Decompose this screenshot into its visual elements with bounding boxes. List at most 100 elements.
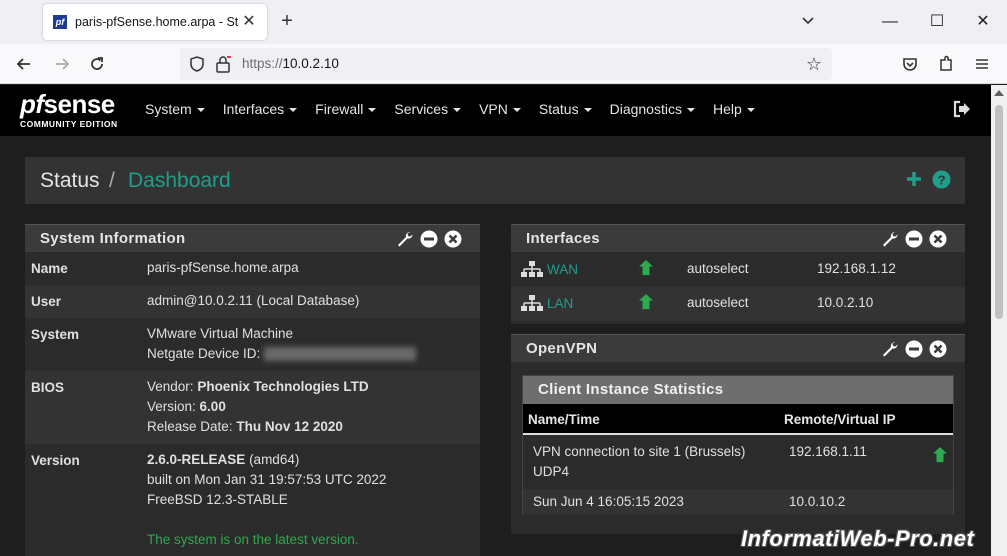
connection-time: Sun Jun 4 16:05:15 2023 [533, 494, 684, 509]
main-menu: System Interfaces Firewall Services VPN … [145, 101, 773, 117]
help-icon[interactable]: ? [932, 170, 951, 189]
client-instance-statistics: Client Instance Statistics Name/Time Rem… [522, 375, 954, 515]
info-row-user: User admin@10.0.2.11 (Local Database) [25, 285, 480, 318]
svg-text:?: ? [937, 172, 945, 187]
interface-link-wan[interactable]: WAN [547, 262, 578, 277]
device-id-label: Netgate Device ID: [147, 346, 261, 361]
wrench-icon[interactable] [396, 230, 414, 248]
forward-icon[interactable] [52, 54, 72, 74]
interface-link-lan[interactable]: LAN [547, 296, 573, 311]
browser-tab[interactable]: pf paris-pfSense.home.arpa - Statu ✕ [43, 4, 267, 40]
version-arch: (amd64) [249, 452, 300, 467]
menu-services[interactable]: Services [394, 101, 462, 117]
bookmark-star-icon[interactable]: ☆ [806, 54, 822, 75]
new-tab-icon[interactable]: + [276, 10, 298, 32]
wrench-icon[interactable] [881, 230, 899, 248]
breadcrumb-section[interactable]: Status [40, 169, 100, 193]
reload-icon[interactable] [87, 54, 107, 74]
table-row: VPN connection to site 1 (Brussels) UDP4… [523, 437, 953, 489]
info-row-bios: BIOS Vendor: Phoenix Technologies LTD Ve… [25, 371, 480, 444]
menu-diagnostics[interactable]: Diagnostics [610, 101, 695, 117]
subpanel-header: Client Instance Statistics [523, 376, 953, 404]
value-name: paris-pfSense.home.arpa [147, 260, 299, 275]
column-name-time: Name/Time [528, 412, 600, 427]
add-widget-icon[interactable] [905, 170, 923, 188]
menu-status[interactable]: Status [539, 101, 592, 117]
interface-media: autoselect [687, 295, 749, 310]
connection-name: VPN connection to site 1 (Brussels) [533, 444, 746, 459]
connection-protocol: UDP4 [533, 464, 570, 479]
interface-media: autoselect [687, 261, 749, 276]
hamburger-menu-icon[interactable] [972, 54, 992, 74]
logo-pf: pf [20, 89, 44, 119]
connection-name-cell: VPN connection to site 1 (Brussels) UDP4 [533, 442, 745, 482]
column-remote-virtual-ip: Remote/Virtual IP [784, 412, 896, 427]
pocket-icon[interactable] [900, 54, 920, 74]
scroll-up-arrow-icon[interactable] [994, 88, 1004, 96]
bios-version-label: Version: [147, 399, 196, 414]
address-bar[interactable]: https://10.0.2.10 ☆ [180, 48, 832, 80]
minimize-widget-icon[interactable] [420, 230, 438, 248]
menu-help[interactable]: Help [713, 101, 755, 117]
pfsense-app: pfsense COMMUNITY EDITION System Interfa… [0, 85, 991, 556]
value-system: VMware Virtual Machine Netgate Device ID… [147, 324, 417, 364]
info-row-name: Name paris-pfSense.home.arpa [25, 252, 480, 285]
close-widget-icon[interactable] [929, 230, 947, 248]
panel-header: Interfaces [511, 224, 965, 252]
pfsense-favicon-icon: pf [53, 15, 67, 29]
logout-icon[interactable] [952, 99, 972, 119]
status-up-arrow-icon [639, 259, 653, 276]
close-widget-icon[interactable] [929, 340, 947, 358]
interface-row-wan: WAN autoselect 192.168.1.12 [511, 253, 965, 287]
window-close-icon[interactable]: ✕ [973, 12, 993, 32]
remote-ip: 192.168.1.11 [789, 444, 867, 459]
interfaces-widget: Interfaces WAN autoselect 192.168.1.12 L… [511, 224, 965, 324]
openvpn-widget: OpenVPN Client Instance Statistics Name/… [511, 334, 965, 534]
subpanel-title: Client Instance Statistics [538, 381, 724, 398]
label-name: Name [31, 261, 68, 276]
page-scrollbar[interactable] [991, 85, 1007, 556]
version-status: The system is on the latest version. [147, 532, 359, 547]
value-version: 2.6.0-RELEASE (amd64) built on Mon Jan 3… [147, 450, 386, 550]
label-user: User [31, 294, 62, 309]
wrench-icon[interactable] [881, 340, 899, 358]
bios-vendor-label: Vendor: [147, 379, 194, 394]
virtual-ip: 10.0.10.2 [789, 494, 846, 509]
network-icon [521, 295, 543, 311]
pfsense-logo[interactable]: pfsense COMMUNITY EDITION [20, 90, 130, 132]
label-system: System [31, 327, 80, 342]
browser-tab-bar: pf paris-pfSense.home.arpa - Statu ✕ + —… [0, 0, 1007, 44]
breadcrumb: Status / Dashboard ? [25, 157, 965, 204]
version-number: 2.6.0-RELEASE [147, 452, 246, 467]
close-widget-icon[interactable] [444, 230, 462, 248]
extensions-icon[interactable] [936, 54, 956, 74]
lock-warning-icon[interactable] [215, 55, 231, 73]
panel-header: OpenVPN [511, 334, 965, 362]
watermark: InformatiWeb-Pro.net [741, 526, 975, 551]
interface-ip: 192.168.1.12 [817, 261, 896, 276]
panel-title: OpenVPN [526, 340, 598, 357]
info-row-version: Version 2.6.0-RELEASE (amd64) built on M… [25, 444, 480, 556]
label-bios: BIOS [31, 380, 65, 395]
table-row: Sun Jun 4 16:05:15 2023 10.0.10.2 [523, 489, 953, 515]
panel-header: System Information [25, 224, 480, 252]
scroll-thumb[interactable] [995, 105, 1003, 319]
menu-system[interactable]: System [145, 101, 205, 117]
status-up-arrow-icon [639, 293, 653, 310]
interface-row-lan: LAN autoselect 10.0.2.10 [511, 287, 965, 321]
minimize-icon[interactable]: — [880, 12, 900, 32]
tracking-protection-shield-icon[interactable] [188, 55, 206, 73]
menu-vpn[interactable]: VPN [479, 101, 521, 117]
bios-release-label: Release Date: [147, 419, 233, 434]
menu-interfaces[interactable]: Interfaces [223, 101, 298, 117]
menu-firewall[interactable]: Firewall [315, 101, 377, 117]
minimize-widget-icon[interactable] [905, 340, 923, 358]
minimize-widget-icon[interactable] [905, 230, 923, 248]
breadcrumb-page[interactable]: Dashboard [128, 169, 231, 193]
maximize-icon[interactable]: ☐ [927, 12, 947, 32]
tab-close-icon[interactable]: ✕ [239, 12, 259, 32]
top-navigation: pfsense COMMUNITY EDITION System Interfa… [0, 85, 991, 136]
list-all-tabs-icon[interactable] [800, 12, 816, 28]
logo-sense: sense [43, 89, 116, 119]
back-icon[interactable] [14, 54, 34, 74]
